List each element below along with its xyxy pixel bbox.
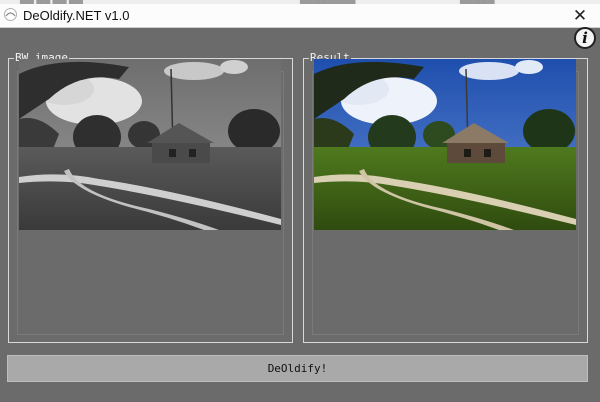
deoldify-button[interactable]: DeOldify! (7, 355, 588, 382)
close-icon: ✕ (572, 6, 588, 25)
result-image (314, 59, 576, 230)
title-bar[interactable]: DeOldify.NET v1.0 ✕ (0, 4, 600, 28)
bw-image (19, 59, 281, 230)
window-title: DeOldify.NET v1.0 (23, 8, 130, 23)
info-icon: i (582, 29, 588, 47)
close-button[interactable]: ✕ (560, 4, 600, 27)
info-button[interactable]: i (574, 27, 596, 49)
deoldify-app-icon (3, 7, 18, 22)
